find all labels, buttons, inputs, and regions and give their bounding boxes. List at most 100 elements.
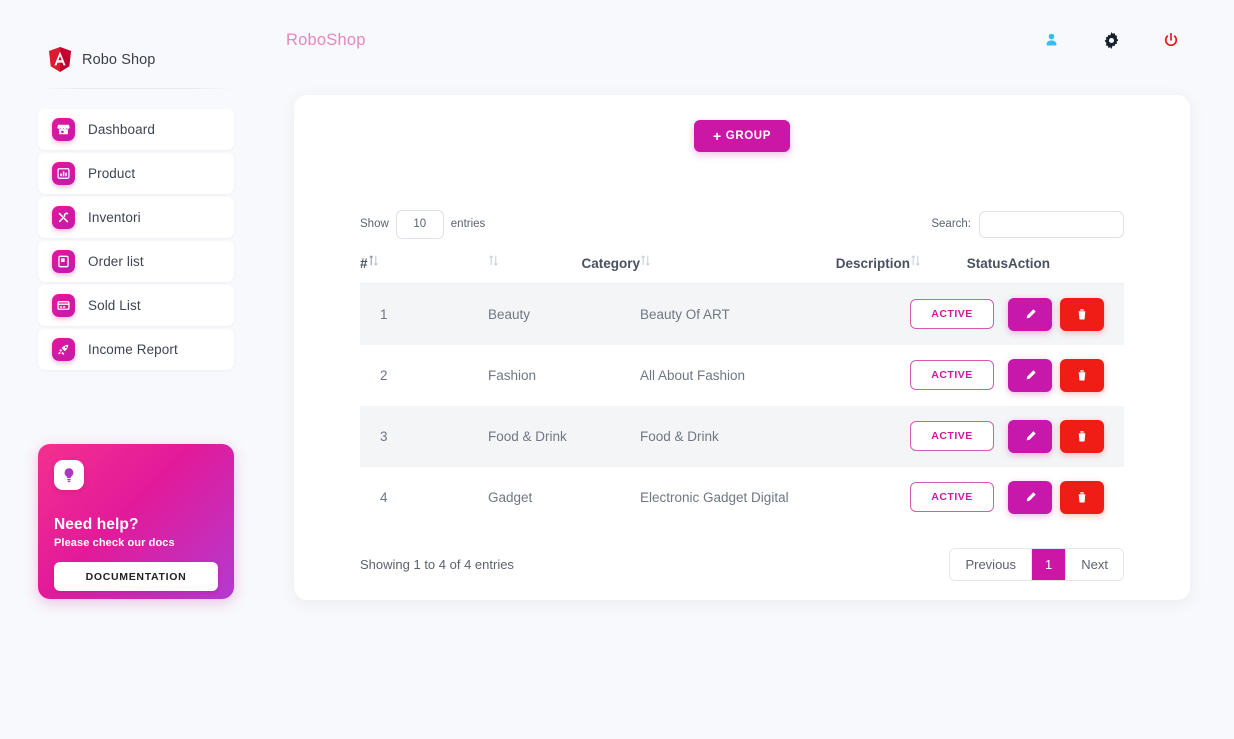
cell-action <box>1008 283 1124 345</box>
table-row[interactable]: 4 Gadget Electronic Gadget Digital ACTIV… <box>360 466 1124 528</box>
status-badge: ACTIVE <box>910 299 994 330</box>
add-group-button[interactable]: + GROUP <box>694 120 790 152</box>
cell-status: ACTIVE <box>910 405 1008 467</box>
sidebar-item-inventori[interactable]: Inventori <box>38 197 234 238</box>
sidebar-item-label: Income Report <box>88 342 178 357</box>
cell-category: Gadget <box>488 466 640 528</box>
search-box: Search: <box>931 210 1124 238</box>
lightbulb-icon <box>54 460 84 490</box>
column-header-category[interactable]: Category <box>488 254 640 284</box>
table-row[interactable]: 3 Food & Drink Food & Drink ACTIVE <box>360 405 1124 467</box>
sidebar-item-label: Sold List <box>88 298 141 313</box>
cell-category: Fashion <box>488 344 640 406</box>
edit-button[interactable] <box>1008 358 1052 392</box>
table-footer: Showing 1 to 4 of 4 entries Previous 1 N… <box>360 547 1124 581</box>
user-icon[interactable] <box>1040 29 1062 51</box>
store-icon <box>52 118 75 141</box>
sort-icon <box>488 254 499 270</box>
table-head: # Category Description Status Action <box>360 254 1124 284</box>
cell-status: ACTIVE <box>910 344 1008 406</box>
sidebar-item-sold-list[interactable]: Sold List <box>38 285 234 326</box>
cell-category: Food & Drink <box>488 405 640 467</box>
column-label-status: Status <box>966 256 1008 271</box>
cell-num: 3 <box>360 405 488 467</box>
cell-category: Beauty <box>488 283 640 345</box>
entries-select[interactable]: 10 25 50 100 <box>395 209 444 239</box>
cell-status: ACTIVE <box>910 283 1008 345</box>
delete-button[interactable] <box>1060 419 1104 453</box>
table-controls: Show 10 25 50 100 entries Search: <box>360 208 1124 240</box>
help-title: Need help? <box>54 516 139 533</box>
entries-info: Showing 1 to 4 of 4 entries <box>360 556 514 572</box>
status-badge: ACTIVE <box>910 360 994 390</box>
cell-action <box>1008 405 1124 467</box>
table-header-row: # Category Description Status Action <box>360 254 1124 284</box>
tools-icon <box>52 206 75 229</box>
column-label-description: Description <box>835 256 910 271</box>
main-card: + GROUP Show 10 25 50 100 entries Searc <box>294 95 1190 600</box>
sidebar-item-label: Inventori <box>88 210 141 225</box>
status-badge: ACTIVE <box>910 482 994 512</box>
sidebar-item-label: Order list <box>88 254 144 269</box>
search-label: Search: <box>931 218 971 230</box>
delete-button[interactable] <box>1060 297 1104 331</box>
sidebar-item-product[interactable]: Product <box>38 153 234 194</box>
pagination-next[interactable]: Next <box>1066 548 1123 580</box>
edit-button[interactable] <box>1008 419 1052 453</box>
cell-status: ACTIVE <box>910 466 1008 528</box>
column-label-action: Action <box>1008 256 1050 271</box>
group-bar: + GROUP <box>294 95 1190 152</box>
documentation-button[interactable]: DOCUMENTATION <box>54 562 218 591</box>
sidebar-item-label: Product <box>88 166 136 181</box>
column-label-category: Category <box>581 256 640 271</box>
cell-description: Electronic Gadget Digital <box>640 466 910 528</box>
pagination-previous[interactable]: Previous <box>950 548 1033 580</box>
cell-description: Food & Drink <box>640 405 910 467</box>
group-button-label: GROUP <box>725 130 771 142</box>
table-row[interactable]: 1 Beauty Beauty Of ART ACTIVE <box>360 283 1124 345</box>
gear-icon[interactable] <box>1100 29 1122 51</box>
table-row[interactable]: 2 Fashion All About Fashion ACTIVE <box>360 344 1124 406</box>
sort-icon <box>368 254 379 270</box>
angular-shield-logo-icon <box>48 47 72 73</box>
sidebar-item-label: Dashboard <box>88 122 155 137</box>
help-card: Need help? Please check our docs DOCUMEN… <box>38 444 234 599</box>
cell-action <box>1008 344 1124 406</box>
edit-button[interactable] <box>1008 480 1052 514</box>
sidebar-item-order-list[interactable]: Order list <box>38 241 234 282</box>
column-label-num: # <box>360 256 368 271</box>
column-header-status[interactable]: Status <box>910 254 1008 284</box>
sidebar-item-income-report[interactable]: Income Report <box>38 329 234 370</box>
sidebar-nav: Dashboard Product Inventori Order list S… <box>38 109 234 370</box>
column-header-num[interactable]: # <box>360 254 488 284</box>
table-area: Show 10 25 50 100 entries Search: <box>294 208 1190 581</box>
edit-button[interactable] <box>1008 297 1052 331</box>
cell-num: 4 <box>360 466 488 528</box>
show-entries: Show 10 25 50 100 entries <box>360 209 485 239</box>
plus-icon: + <box>713 128 722 144</box>
search-input[interactable] <box>979 210 1124 238</box>
clipboard-icon <box>52 250 75 273</box>
cell-num: 1 <box>360 283 488 345</box>
column-header-description[interactable]: Description <box>640 254 910 284</box>
show-label: Show <box>360 218 389 230</box>
brand-name: Robo Shop <box>82 52 156 68</box>
bar-chart-icon <box>52 162 75 185</box>
power-icon[interactable] <box>1160 29 1182 51</box>
credit-card-icon <box>52 294 75 317</box>
sidebar: Robo Shop Dashboard Product Inventori Or… <box>0 0 272 739</box>
pagination-page-1[interactable]: 1 <box>1032 548 1067 580</box>
topbar-actions <box>1040 29 1182 51</box>
delete-button[interactable] <box>1060 480 1104 514</box>
sidebar-item-dashboard[interactable]: Dashboard <box>38 109 234 150</box>
cell-description: All About Fashion <box>640 344 910 406</box>
pagination: Previous 1 Next <box>949 547 1124 581</box>
sidebar-divider <box>38 88 234 89</box>
sort-icon <box>640 254 651 270</box>
sort-icon <box>910 254 921 270</box>
categories-table: # Category Description Status Action 1 B… <box>360 254 1124 528</box>
column-header-action: Action <box>1008 254 1124 284</box>
cell-description: Beauty Of ART <box>640 283 910 345</box>
brand[interactable]: Robo Shop <box>0 0 272 78</box>
delete-button[interactable] <box>1060 358 1104 392</box>
